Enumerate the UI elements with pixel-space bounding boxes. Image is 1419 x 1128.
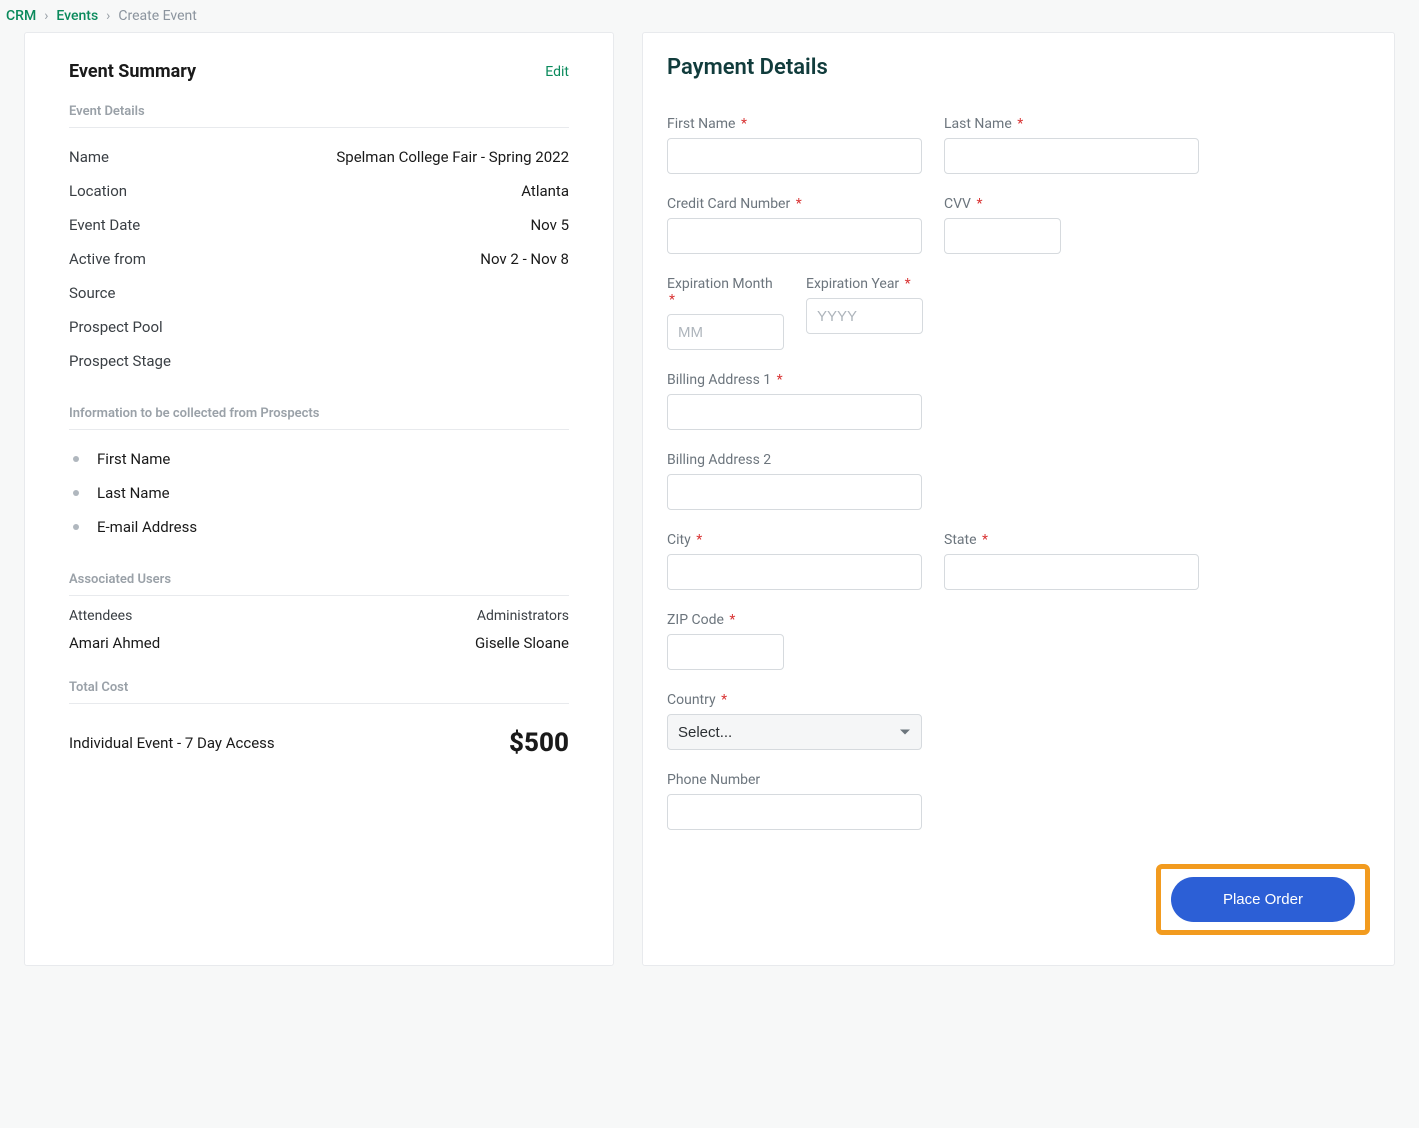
last-name-label: Last Name * xyxy=(944,116,1199,132)
bullet-icon xyxy=(73,524,79,530)
billing-addr2-input[interactable] xyxy=(667,474,922,510)
breadcrumb-events[interactable]: Events xyxy=(56,8,98,24)
administrators-value: Giselle Sloane xyxy=(475,634,569,652)
state-input[interactable] xyxy=(944,554,1199,590)
place-order-highlight: Place Order xyxy=(1156,864,1370,935)
event-detail-key: Active from xyxy=(69,250,146,268)
event-detail-key: Location xyxy=(69,182,127,200)
first-name-label: First Name * xyxy=(667,116,922,132)
exp-year-label: Expiration Year * xyxy=(806,276,923,292)
city-input[interactable] xyxy=(667,554,922,590)
event-detail-key: Prospect Pool xyxy=(69,318,163,336)
event-detail-row: Event Date Nov 5 xyxy=(69,208,569,242)
cvv-label: CVV * xyxy=(944,196,1061,212)
event-detail-key: Source xyxy=(69,284,115,302)
administrators-head: Administrators xyxy=(475,608,569,624)
exp-year-input[interactable] xyxy=(806,298,923,334)
breadcrumb-crm[interactable]: CRM xyxy=(6,8,36,24)
cost-amount: $500 xyxy=(509,728,569,758)
prospect-field-text: First Name xyxy=(97,450,170,468)
zip-label: ZIP Code * xyxy=(667,612,784,628)
zip-input[interactable] xyxy=(667,634,784,670)
payment-details-card: Payment Details First Name * Last Name *… xyxy=(642,32,1395,966)
event-summary-card: Event Summary Edit Event Details Name Sp… xyxy=(24,32,614,966)
country-label: Country * xyxy=(667,692,922,708)
cc-number-label: Credit Card Number * xyxy=(667,196,922,212)
event-detail-val: Nov 5 xyxy=(530,216,569,234)
attendees-value: Amari Ahmed xyxy=(69,634,160,652)
event-detail-val: Nov 2 - Nov 8 xyxy=(480,250,569,268)
event-detail-row: Prospect Pool xyxy=(69,310,569,344)
event-detail-key: Prospect Stage xyxy=(69,352,171,370)
breadcrumb: CRM › Events › Create Event xyxy=(0,0,1419,32)
event-detail-row: Active from Nov 2 - Nov 8 xyxy=(69,242,569,276)
event-detail-key: Event Date xyxy=(69,216,140,234)
cost-line-text: Individual Event - 7 Day Access xyxy=(69,734,275,752)
prospect-field-item: First Name xyxy=(69,442,569,476)
chevron-right-icon: › xyxy=(44,8,48,24)
event-details-label: Event Details xyxy=(69,104,569,128)
chevron-right-icon: › xyxy=(106,8,110,24)
total-cost-label: Total Cost xyxy=(69,680,569,704)
exp-month-input[interactable] xyxy=(667,314,784,350)
billing-addr1-label: Billing Address 1 * xyxy=(667,372,922,388)
prospect-info-label: Information to be collected from Prospec… xyxy=(69,406,569,430)
breadcrumb-current: Create Event xyxy=(118,8,196,24)
phone-input[interactable] xyxy=(667,794,922,830)
edit-link[interactable]: Edit xyxy=(545,64,569,80)
event-detail-row: Source xyxy=(69,276,569,310)
bullet-icon xyxy=(73,490,79,496)
state-label: State * xyxy=(944,532,1199,548)
billing-addr2-label: Billing Address 2 xyxy=(667,452,922,468)
place-order-button[interactable]: Place Order xyxy=(1171,877,1355,922)
event-detail-row: Prospect Stage xyxy=(69,344,569,378)
prospect-field-text: E-mail Address xyxy=(97,518,197,536)
event-detail-row: Location Atlanta xyxy=(69,174,569,208)
exp-month-label: Expiration Month * xyxy=(667,276,784,308)
cc-number-input[interactable] xyxy=(667,218,922,254)
event-detail-row: Name Spelman College Fair - Spring 2022 xyxy=(69,140,569,174)
billing-addr1-input[interactable] xyxy=(667,394,922,430)
prospect-field-item: E-mail Address xyxy=(69,510,569,544)
last-name-input[interactable] xyxy=(944,138,1199,174)
event-detail-val: Atlanta xyxy=(521,182,569,200)
first-name-input[interactable] xyxy=(667,138,922,174)
associated-users-label: Associated Users xyxy=(69,572,569,596)
prospect-field-text: Last Name xyxy=(97,484,170,502)
prospect-field-item: Last Name xyxy=(69,476,569,510)
city-label: City * xyxy=(667,532,922,548)
event-detail-val: Spelman College Fair - Spring 2022 xyxy=(336,148,569,166)
phone-label: Phone Number xyxy=(667,772,922,788)
event-summary-title: Event Summary xyxy=(69,61,196,82)
bullet-icon xyxy=(73,456,79,462)
attendees-head: Attendees xyxy=(69,608,160,624)
payment-details-title: Payment Details xyxy=(667,55,1370,80)
cvv-input[interactable] xyxy=(944,218,1061,254)
country-select[interactable]: Select... xyxy=(667,714,922,750)
event-detail-key: Name xyxy=(69,148,109,166)
